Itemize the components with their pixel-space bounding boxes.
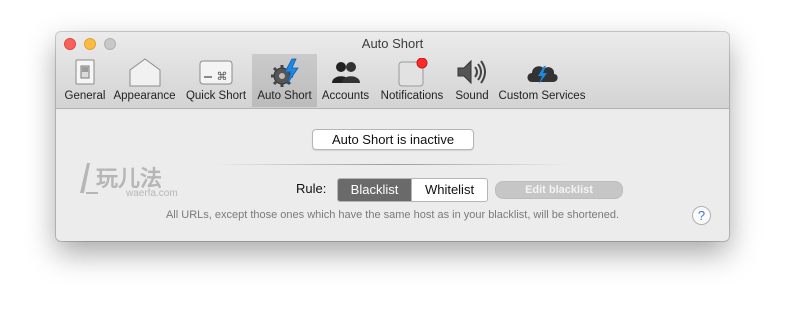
cloud-bolt-icon [527, 66, 558, 84]
preferences-window: Auto Short General Appearance ⌘ Quick Sh… [56, 32, 729, 241]
tab-auto-short[interactable]: Auto Short [252, 54, 317, 107]
tab-appearance-label: Appearance [113, 90, 176, 102]
keyboard-command-icon: ⌘ [199, 60, 233, 85]
separator [214, 164, 569, 165]
watermark-url: waerfa.com [126, 188, 178, 199]
auto-short-status-button[interactable]: Auto Short is inactive [312, 129, 474, 150]
tab-sound[interactable]: Sound [450, 54, 494, 107]
speaker-icon [457, 59, 486, 85]
svg-text:⌘: ⌘ [217, 70, 228, 83]
help-button[interactable]: ? [692, 206, 711, 225]
tab-custom-services[interactable]: Custom Services [495, 54, 589, 107]
accounts-icon [331, 62, 360, 83]
segment-whitelist[interactable]: Whitelist [411, 179, 487, 201]
window-title: Auto Short [361, 36, 424, 51]
tab-notifications[interactable]: Notifications [375, 54, 449, 107]
rule-label: Rule: [296, 181, 327, 196]
rule-segmented-control: Blacklist Whitelist [337, 178, 488, 202]
tab-quick-short-label: Quick Short [185, 90, 247, 102]
tab-custom-services-label: Custom Services [498, 90, 586, 102]
edit-blacklist-button[interactable]: Edit blacklist [495, 181, 623, 199]
tab-appearance[interactable]: Appearance [111, 54, 178, 107]
tab-auto-short-label: Auto Short [257, 90, 312, 102]
auto-short-pane: 玩儿法 waerfa.com Auto Short is inactive Ru… [56, 109, 729, 241]
rule-description: All URLs, except those ones which have t… [165, 209, 620, 221]
notification-badge-icon [398, 58, 428, 87]
tab-sound-label: Sound [455, 90, 489, 102]
tab-general-label: General [64, 90, 106, 102]
appearance-icon [129, 58, 160, 87]
tab-accounts-label: Accounts [321, 90, 370, 102]
tab-general[interactable]: General [61, 54, 109, 107]
general-switch-icon [75, 59, 95, 85]
tab-accounts[interactable]: Accounts [318, 54, 373, 107]
tab-notifications-label: Notifications [380, 90, 444, 102]
segment-blacklist[interactable]: Blacklist [338, 179, 411, 201]
toolbar: Auto Short General Appearance ⌘ Quick Sh… [56, 32, 729, 109]
gear-bolt-icon [270, 58, 299, 87]
tab-quick-short[interactable]: ⌘ Quick Short [182, 54, 250, 107]
